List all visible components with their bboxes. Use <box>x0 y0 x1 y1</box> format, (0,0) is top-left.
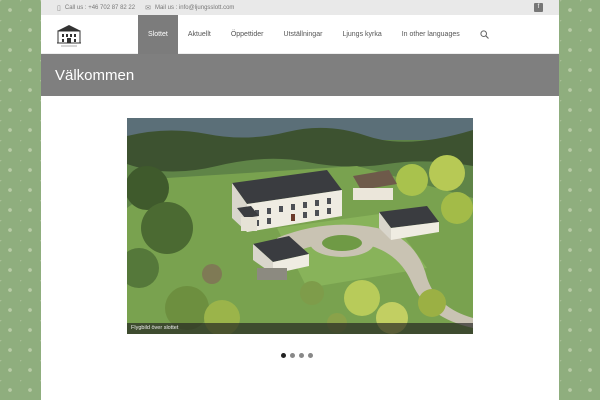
email-text: Mail us : info@ljungsslott.com <box>154 4 235 11</box>
nav-label: Utställningar <box>283 31 323 38</box>
nav-item-other-languages[interactable]: In other languages <box>392 15 470 54</box>
email-contact[interactable]: ✉ Mail us : info@ljungsslott.com <box>145 4 234 12</box>
top-bar: ▯ Call us : +46 702 87 82 22 ✉ Mail us :… <box>41 0 559 15</box>
navbar: Slottet Aktuellt Öppettider Utställninga… <box>41 15 559 54</box>
phone-icon: ▯ <box>57 4 61 12</box>
nav-label: In other languages <box>401 31 460 38</box>
castle-aerial-image <box>127 118 473 334</box>
slide-dot-3[interactable] <box>299 353 304 358</box>
search-icon[interactable] <box>470 15 499 54</box>
phone-text: Call us : +46 702 87 82 22 <box>64 4 136 11</box>
site-logo[interactable] <box>55 23 83 49</box>
nav-label: Öppettider <box>230 31 264 38</box>
slide-dot-4[interactable] <box>308 353 313 358</box>
nav-item-ljungs-kyrka[interactable]: Ljungs kyrka <box>332 15 391 54</box>
nav-item-oppettider[interactable]: Öppettider <box>221 15 274 54</box>
slide-caption: Flygbild över slottet <box>127 323 473 334</box>
nav-label: Aktuellt <box>187 31 211 38</box>
page-container: ▯ Call us : +46 702 87 82 22 ✉ Mail us :… <box>41 0 559 400</box>
nav-label: Ljungs kyrka <box>342 31 382 38</box>
image-slider[interactable]: Flygbild över slottet <box>127 118 473 334</box>
nav-item-slottet[interactable]: Slottet <box>138 15 178 54</box>
slider-pagination <box>281 353 317 358</box>
nav-item-aktuellt[interactable]: Aktuellt <box>178 15 221 54</box>
page-title-banner: Välkommen <box>41 54 559 96</box>
slide-dot-1[interactable] <box>281 353 286 358</box>
social-icon[interactable]: f <box>534 3 543 12</box>
page-title: Välkommen <box>55 66 135 84</box>
phone-contact[interactable]: ▯ Call us : +46 702 87 82 22 <box>57 4 135 12</box>
slide-dot-2[interactable] <box>290 353 295 358</box>
nav-label: Slottet <box>148 31 168 38</box>
main-nav: Slottet Aktuellt Öppettider Utställninga… <box>138 15 499 54</box>
nav-item-utstallningar[interactable]: Utställningar <box>274 15 333 54</box>
envelope-icon: ✉ <box>145 4 151 12</box>
